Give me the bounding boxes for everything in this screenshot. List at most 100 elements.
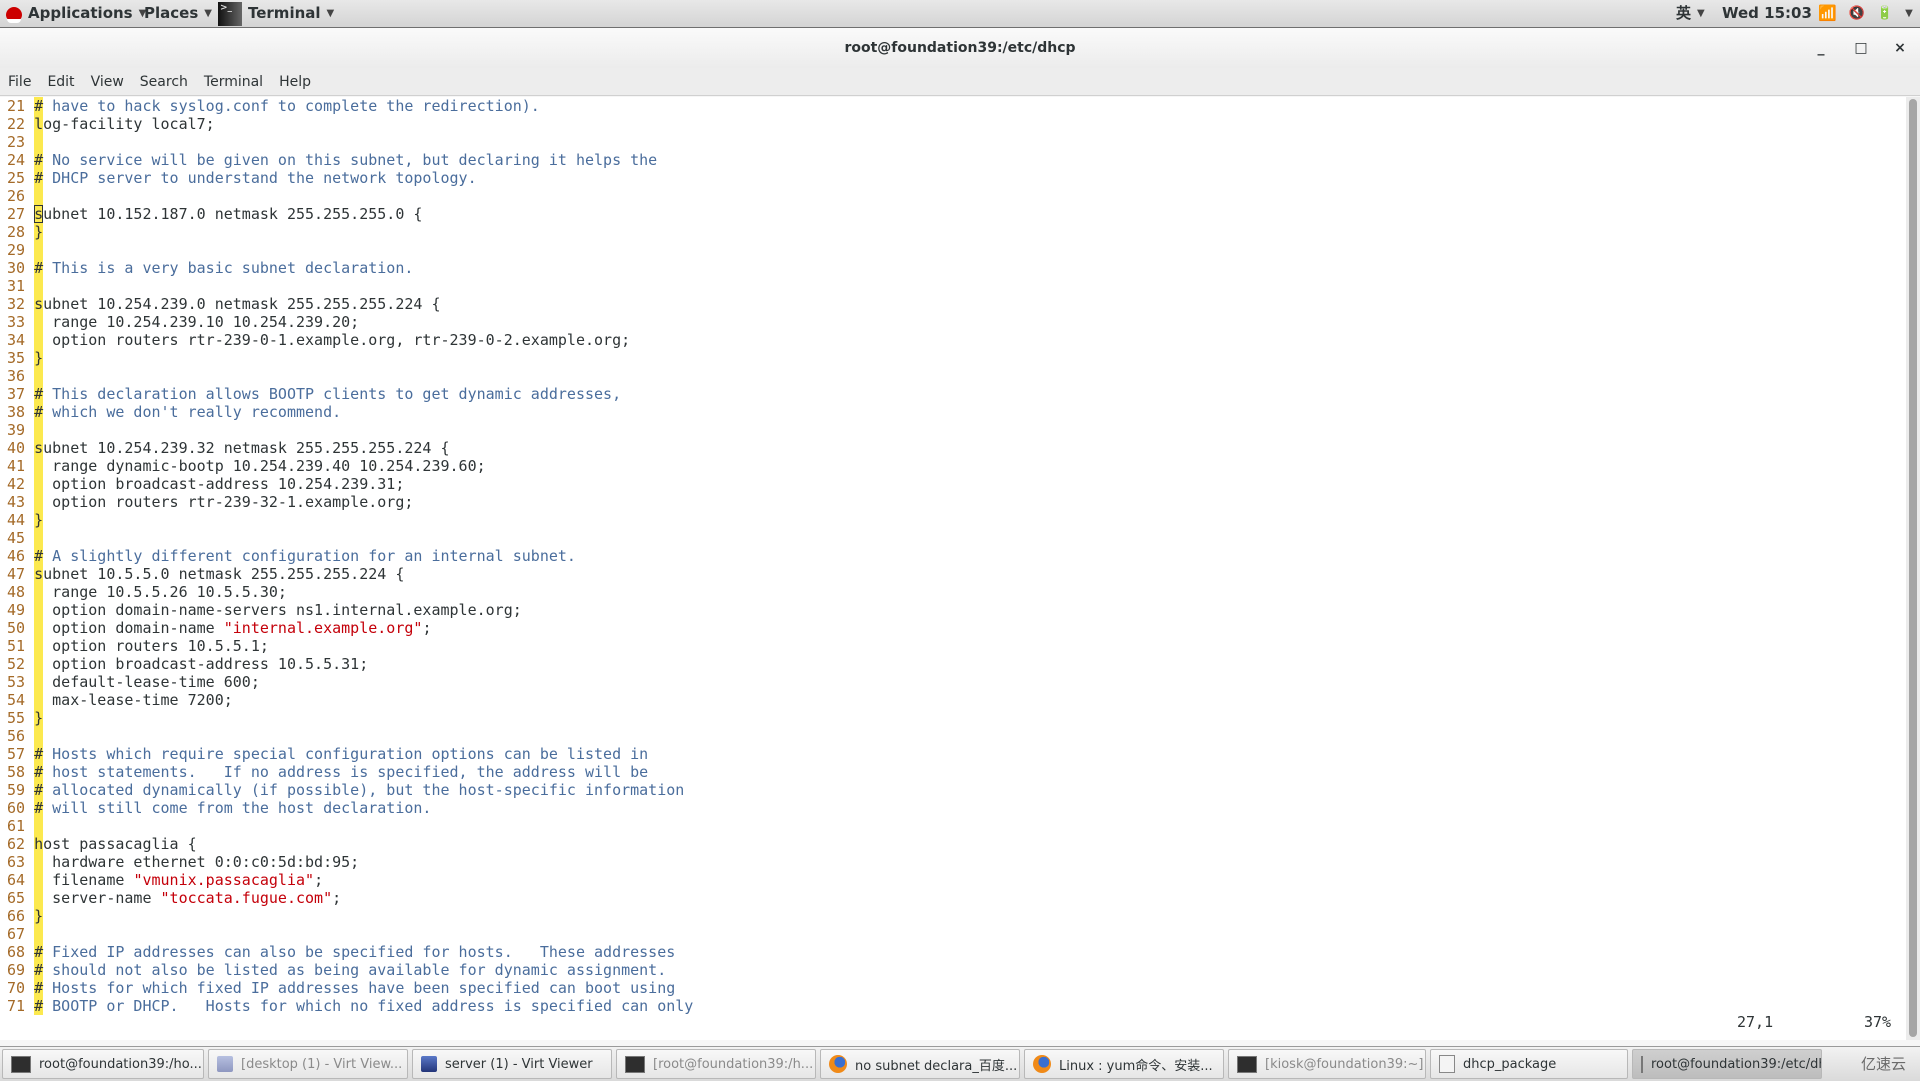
indent-marker [34, 187, 44, 205]
indent-marker [34, 367, 44, 385]
scrollbar[interactable] [1906, 97, 1920, 1040]
comment-text: DHCP server to understand the network to… [43, 169, 477, 187]
menu-help[interactable]: Help [279, 74, 311, 90]
system-status-menu[interactable]: 📶 🔇 🔋 ▼ [1818, 0, 1913, 27]
line-number: 55 [7, 709, 35, 727]
first-column-highlight: l [34, 115, 44, 133]
line-number: 64 [7, 871, 35, 889]
taskbar-item-label: root@foundation39:/etc/dhcp [1651, 1056, 1821, 1072]
applications-menu[interactable]: Applications ▼ [6, 0, 146, 27]
code-line: 67 [7, 925, 693, 943]
first-column-highlight: # [34, 169, 44, 187]
comment-text: BOOTP or DHCP. Hosts for which no fixed … [43, 997, 694, 1015]
close-button[interactable]: × [1885, 28, 1915, 68]
taskbar-item[interactable]: [root@foundation39:/h... [616, 1049, 816, 1079]
code-line: 41 range dynamic-bootp 10.254.239.40 10.… [7, 457, 693, 475]
string-literal: "toccata.fugue.com" [160, 889, 333, 907]
menu-terminal[interactable]: Terminal [204, 74, 263, 90]
code-text: default-lease-time 600; [43, 673, 260, 691]
line-number: 24 [7, 151, 35, 169]
taskbar-item[interactable]: [kiosk@foundation39:~] [1228, 1049, 1426, 1079]
line-number: 47 [7, 565, 35, 583]
first-column-highlight: # [34, 799, 44, 817]
menu-view[interactable]: View [91, 74, 124, 90]
first-column-highlight: # [34, 151, 44, 169]
scrollbar-thumb[interactable] [1909, 99, 1917, 1037]
cursor-position: 27,1 [1737, 1013, 1774, 1031]
code-text: range 10.254.239.10 10.254.239.20; [43, 313, 360, 331]
input-method-menu[interactable]: 英 ▼ [1676, 0, 1705, 27]
line-number: 54 [7, 691, 35, 709]
line-number: 57 [7, 745, 35, 763]
code-text: max-lease-time 7200; [43, 691, 233, 709]
code-line: 69 # should not also be listed as being … [7, 961, 693, 979]
line-number: 67 [7, 925, 35, 943]
comment-text: which we don't really recommend. [43, 403, 342, 421]
comment-text: This is a very basic subnet declaration. [43, 259, 414, 277]
code-text: ; [332, 889, 342, 907]
code-text: option domain-name [43, 619, 224, 637]
minimize-button[interactable]: _ [1806, 28, 1836, 68]
first-column-highlight: # [34, 961, 44, 979]
code-line: 54 max-lease-time 7200; [7, 691, 693, 709]
taskbar-item[interactable]: root@foundation39:/ho... [2, 1049, 204, 1079]
code-line: 38 # which we don't really recommend. [7, 403, 693, 421]
first-column-highlight: # [34, 259, 44, 277]
first-column-highlight: # [34, 97, 44, 115]
taskbar-item[interactable]: root@foundation39:/etc/dhcp [1632, 1049, 1822, 1079]
code-text: hardware ethernet 0:0:c0:5d:bd:95; [43, 853, 360, 871]
menu-edit[interactable]: Edit [47, 74, 74, 90]
taskbar-item[interactable]: no subnet declara_百度... [820, 1049, 1020, 1079]
code-line: 49 option domain-name-servers ns1.intern… [7, 601, 693, 619]
line-number: 27 [7, 205, 35, 223]
taskbar-item[interactable]: server (1) - Virt Viewer [412, 1049, 612, 1079]
clock[interactable]: Wed 15:03 [1722, 0, 1812, 27]
comment-text: should not also be listed as being avail… [43, 961, 667, 979]
line-number: 28 [7, 223, 35, 241]
code-line: 23 [7, 133, 693, 151]
places-menu[interactable]: Places ▼ [144, 0, 212, 27]
taskbar-item[interactable]: Linux : yum命令、安装... [1024, 1049, 1224, 1079]
virt-viewer-icon [217, 1056, 233, 1072]
code-line: 52 option broadcast-address 10.5.5.31; [7, 655, 693, 673]
taskbar-item-label: root@foundation39:/ho... [39, 1056, 202, 1072]
code-line: 34 option routers rtr-239-0-1.example.or… [7, 331, 693, 349]
first-column-highlight [34, 655, 44, 673]
menu-search[interactable]: Search [140, 74, 188, 90]
first-column-highlight [34, 583, 44, 601]
comment-text: allocated dynamically (if possible), but… [43, 781, 685, 799]
terminal-app-menu[interactable]: >_ Terminal ▼ [218, 0, 334, 27]
line-number: 48 [7, 583, 35, 601]
folder-icon [1439, 1055, 1455, 1073]
terminal-viewport[interactable]: 21 # have to hack syslog.conf to complet… [0, 97, 1906, 1040]
first-column-highlight [34, 691, 44, 709]
redhat-logo-icon [6, 6, 22, 23]
code-text: ubnet 10.5.5.0 netmask 255.255.255.224 { [43, 565, 405, 583]
line-number: 70 [7, 979, 35, 997]
menu-file[interactable]: File [8, 74, 31, 90]
first-column-highlight: # [34, 547, 44, 565]
code-line: 37 # This declaration allows BOOTP clien… [7, 385, 693, 403]
chevron-down-icon: ▼ [326, 8, 335, 19]
code-line: 66 } [7, 907, 693, 925]
comment-text: host statements. If no address is specif… [43, 763, 649, 781]
code-text: ; [422, 619, 432, 637]
line-number: 51 [7, 637, 35, 655]
taskbar-item[interactable]: dhcp_package [1430, 1049, 1628, 1079]
maximize-button[interactable]: □ [1846, 28, 1876, 68]
first-column-highlight [34, 313, 44, 331]
code-line: 50 option domain-name "internal.example.… [7, 619, 693, 637]
line-number: 33 [7, 313, 35, 331]
code-text: option domain-name-servers ns1.internal.… [43, 601, 522, 619]
code-line: 55 } [7, 709, 693, 727]
virt-viewer-icon [421, 1056, 437, 1072]
first-column-highlight: # [34, 385, 44, 403]
code-line: 64 filename "vmunix.passacaglia"; [7, 871, 693, 889]
code-text: option routers rtr-239-32-1.example.org; [43, 493, 414, 511]
line-number: 34 [7, 331, 35, 349]
vim-buffer[interactable]: 21 # have to hack syslog.conf to complet… [7, 97, 693, 1015]
comment-text: have to hack syslog.conf to complete the… [43, 97, 540, 115]
line-number: 45 [7, 529, 35, 547]
first-column-highlight [34, 853, 44, 871]
taskbar-item[interactable]: [desktop (1) - Virt View... [208, 1049, 408, 1079]
